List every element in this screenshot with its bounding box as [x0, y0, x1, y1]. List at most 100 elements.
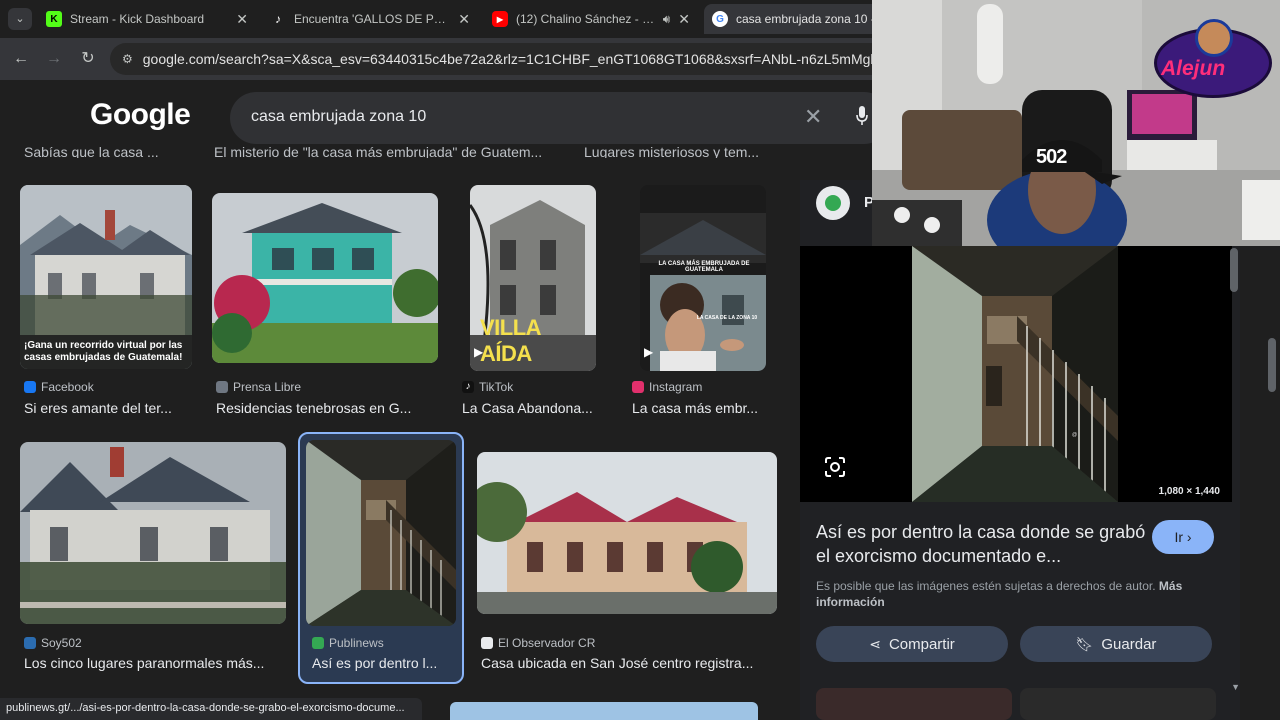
result-thumbnail[interactable]: [212, 193, 438, 363]
result-thumbnail[interactable]: ¡Gana un recorrido virtual por las casas…: [20, 185, 192, 369]
search-box[interactable]: casa embrujada zona 10 ✕: [230, 92, 890, 144]
result-thumbnail[interactable]: [477, 452, 777, 614]
source-name: Facebook: [41, 380, 94, 394]
teal-house-image: [212, 193, 438, 363]
back-icon[interactable]: ←: [10, 48, 32, 70]
share-label: Compartir: [888, 635, 955, 653]
tiktok-icon: ♪: [275, 12, 281, 26]
result-thumbnail[interactable]: LA CASA MÁS EMBRUJADA DE GUATEMALA LA CA…: [640, 185, 766, 371]
tab-tiktok[interactable]: ♪ Encuentra 'GALLOS DE PELEA E ✕: [262, 4, 478, 34]
hallway-image: [306, 440, 456, 626]
result-caption[interactable]: Así es por dentro l...: [312, 655, 458, 671]
panel-scrollbar[interactable]: [1230, 248, 1238, 292]
tab-title: (12) Chalino Sánchez - Bara: [516, 12, 657, 26]
thumbnail-overlay-text: LA CASA MÁS EMBRUJADA DE GUATEMALA: [658, 261, 750, 273]
preview-hallway-image: @: [912, 246, 1118, 502]
preview-image-area[interactable]: @ 1,080 × 1,440: [800, 246, 1232, 502]
streamer-logo-text: Alejun: [1161, 57, 1226, 80]
forward-icon[interactable]: →: [43, 48, 65, 70]
tab-kick[interactable]: K Stream - Kick Dashboard ✕: [38, 4, 256, 34]
address-bar[interactable]: ⚙ google.com/search?sa=X&sca_esv=6344031…: [110, 43, 890, 75]
instagram-icon: [632, 381, 644, 393]
streamer-logo: Alejun: [1154, 19, 1272, 98]
google-logo[interactable]: Google: [90, 98, 191, 132]
source-name: Prensa Libre: [233, 380, 302, 394]
prev-row-caption[interactable]: Lugares misteriosos y tem...: [584, 144, 774, 158]
result-thumbnail[interactable]: [306, 440, 456, 626]
site-favicon[interactable]: [816, 186, 850, 220]
related-image[interactable]: [816, 688, 1012, 720]
next-row-thumbnail[interactable]: [450, 702, 758, 720]
search-input[interactable]: casa embrujada zona 10: [251, 108, 426, 126]
related-image[interactable]: [1020, 688, 1216, 720]
save-button[interactable]: 🔖︎ Guardar: [1020, 626, 1212, 662]
close-icon[interactable]: ✕: [678, 11, 690, 28]
result-source: El Observador CR: [481, 636, 595, 650]
el-observador-icon: [481, 637, 493, 649]
browser-window: ⌄ K Stream - Kick Dashboard ✕ ♪ Encuentr…: [0, 0, 1280, 720]
result-thumbnail[interactable]: [20, 442, 286, 624]
prev-row-caption[interactable]: El misterio de "la casa más embrujada" d…: [214, 144, 554, 158]
close-icon[interactable]: ✕: [236, 11, 248, 28]
scroll-down-icon[interactable]: ▼: [1231, 682, 1240, 692]
result-caption[interactable]: Casa ubicada en San José centro registra…: [481, 655, 777, 671]
result-caption[interactable]: La casa más embr...: [632, 400, 772, 416]
prensa-libre-icon: [216, 381, 228, 393]
image-preview-panel: P @ 1,080 × 1,440 Así es por dentro la c…: [800, 180, 1240, 720]
bookmark-icon: 🔖︎: [1075, 635, 1094, 652]
result-caption[interactable]: La Casa Abandona...: [462, 400, 602, 416]
tab-youtube[interactable]: ▶ (12) Chalino Sánchez - Bara 🔊︎ ✕: [484, 4, 698, 34]
san-jose-house-image: [477, 452, 777, 614]
reload-icon[interactable]: ↻: [77, 48, 99, 70]
soy502-house-image: [20, 442, 286, 624]
go-button[interactable]: Ir ›: [1152, 520, 1214, 554]
result-source: Facebook: [24, 380, 94, 394]
result-thumbnail[interactable]: VILLA AÍDA ▶: [470, 185, 596, 371]
result-source: Instagram: [632, 380, 702, 394]
svg-text:@: @: [1072, 432, 1077, 438]
google-lens-icon[interactable]: [824, 456, 846, 478]
facebook-icon: [24, 381, 36, 393]
share-button[interactable]: ⋖ Compartir: [816, 626, 1008, 662]
youtube-icon: ▶: [492, 11, 508, 27]
close-icon[interactable]: ✕: [458, 11, 470, 28]
result-source: Soy502: [24, 636, 82, 650]
url-text: google.com/search?sa=X&sca_esv=63440315c…: [142, 51, 890, 67]
kick-icon: K: [46, 11, 62, 27]
thumbnail-overlay-text-2: LA CASA DE LA ZONA 10: [696, 315, 758, 321]
source-name: Publinews: [329, 636, 384, 650]
source-name: El Observador CR: [498, 636, 596, 650]
go-button-label: Ir: [1174, 529, 1183, 545]
share-icon: ⋖: [869, 635, 881, 652]
instagram-house-image: [640, 185, 766, 371]
thumbnail-overlay-text: ¡Gana un recorrido virtual por las casas…: [24, 340, 183, 363]
avatar: [1195, 19, 1233, 57]
cap-logo-text: 502: [1036, 146, 1067, 168]
mic-icon[interactable]: [856, 106, 868, 126]
link-status-bar: publinews.gt/.../asi-es-por-dentro-la-ca…: [0, 698, 422, 720]
tiktok-icon: ♪: [462, 381, 474, 393]
publinews-icon: [312, 637, 324, 649]
tab-search-button[interactable]: ⌄: [8, 8, 32, 30]
result-source: Prensa Libre: [216, 380, 301, 394]
thumbnail-overlay-text: VILLA AÍDA: [480, 315, 541, 366]
copyright-text: Es posible que las imágenes estén sujeta…: [816, 579, 1156, 593]
result-source: Publinews: [312, 636, 384, 650]
clear-icon[interactable]: ✕: [804, 104, 822, 130]
speaker-icon[interactable]: 🔊︎: [663, 12, 671, 27]
result-caption[interactable]: Los cinco lugares paranormales más...: [24, 655, 288, 671]
page-scrollbar[interactable]: [1268, 338, 1276, 392]
prev-row-caption[interactable]: Sabías que la casa ...: [24, 144, 184, 158]
soy502-icon: [24, 637, 36, 649]
play-icon: ▶: [474, 345, 484, 359]
site-info-icon[interactable]: ⚙: [122, 52, 133, 66]
result-caption[interactable]: Residencias tenebrosas en G...: [216, 400, 438, 416]
save-label: Guardar: [1101, 635, 1157, 653]
copyright-note: Es posible que las imágenes estén sujeta…: [816, 578, 1216, 610]
source-name: Instagram: [649, 380, 703, 394]
google-icon: G: [712, 11, 728, 27]
tab-title: Encuentra 'GALLOS DE PELEA E: [294, 12, 450, 26]
play-icon: ▶: [644, 345, 654, 359]
preview-title[interactable]: Así es por dentro la casa donde se grabó…: [816, 520, 1146, 568]
result-caption[interactable]: Si eres amante del ter...: [24, 400, 194, 416]
